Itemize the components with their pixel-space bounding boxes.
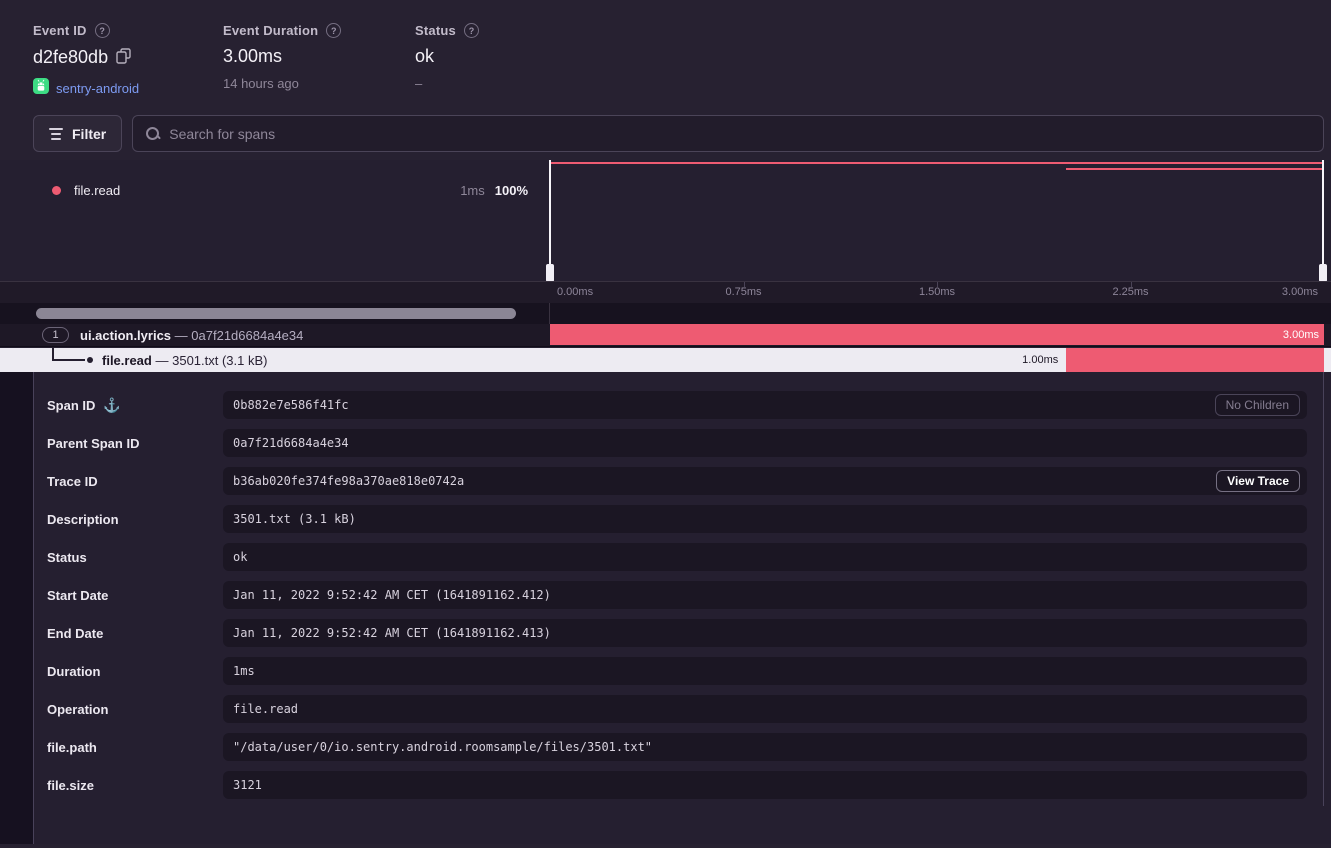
detail-label: file.size: [47, 778, 223, 793]
detail-label: Start Date: [47, 588, 223, 603]
detail-value: Jan 11, 2022 9:52:42 AM CET (1641891162.…: [223, 581, 1307, 609]
span-op: ui.action.lyrics: [80, 328, 171, 343]
detail-row: Trace ID b36ab020fe374fe98a370ae818e0742…: [47, 467, 1307, 495]
details-scrollbar[interactable]: [1323, 372, 1324, 806]
op-percent: 100%: [495, 183, 528, 198]
detail-label: Duration: [47, 664, 223, 679]
time-axis: 0.00ms 0.75ms 1.50ms 2.25ms 3.00ms: [0, 281, 1331, 303]
detail-row: Parent Span ID 0a7f21d6684a4e34: [47, 429, 1307, 457]
detail-row: Operation file.read: [47, 695, 1307, 723]
span-row-parent[interactable]: 1 ui.action.lyrics — 0a7f21d6684a4e34 3.…: [0, 324, 1331, 347]
minimap-left-grip[interactable]: [546, 264, 554, 282]
detail-label: End Date: [47, 626, 223, 641]
detail-row: Status ok: [47, 543, 1307, 571]
tree-scroll-strip: [0, 303, 1331, 324]
span-row-selected[interactable]: file.read — 3501.txt (3.1 kB) 1.00ms: [0, 348, 1331, 372]
help-icon[interactable]: ?: [326, 23, 341, 38]
span-duration-bar[interactable]: [1066, 348, 1324, 372]
span-search-box: [132, 115, 1324, 152]
filter-icon: [49, 128, 63, 140]
detail-row: Span ID ⚓ 0b882e7e586f41fc No Children: [47, 391, 1307, 419]
minimap-track[interactable]: [550, 160, 1324, 282]
detail-label: Description: [47, 512, 223, 527]
detail-value: 0a7f21d6684a4e34: [223, 429, 1307, 457]
detail-value: ok: [223, 543, 1307, 571]
detail-label: file.path: [47, 740, 223, 755]
span-search-input[interactable]: [169, 126, 1311, 142]
detail-row: Description 3501.txt (3.1 kB): [47, 505, 1307, 533]
span-op: file.read: [102, 353, 152, 368]
axis-tick: 0.75ms: [725, 286, 761, 298]
no-children-badge: No Children: [1215, 394, 1300, 416]
search-icon: [145, 126, 160, 141]
detail-label: Operation: [47, 702, 223, 717]
detail-value: 0b882e7e586f41fc No Children: [223, 391, 1307, 419]
span-duration-label: 3.00ms: [1283, 329, 1319, 341]
detail-row: Duration 1ms: [47, 657, 1307, 685]
span-description: 0a7f21d6684a4e34: [191, 328, 303, 343]
span-children-count-pill[interactable]: 1: [42, 327, 69, 343]
event-id-column: Event ID ? d2fe80db: [33, 23, 223, 99]
detail-label: Status: [47, 550, 223, 565]
tree-connector: [52, 359, 85, 361]
filter-button[interactable]: Filter: [33, 115, 122, 152]
event-duration-ago: 14 hours ago: [223, 76, 415, 91]
span-details-section: Span ID ⚓ 0b882e7e586f41fc No Children P…: [0, 372, 1331, 844]
android-project-icon: [33, 78, 49, 99]
panel-divider[interactable]: [549, 303, 550, 324]
detail-label: Parent Span ID: [47, 436, 223, 451]
tree-connector-dot: [87, 357, 93, 363]
event-id-label: Event ID: [33, 23, 87, 38]
details-gutter: [0, 372, 33, 844]
view-trace-button[interactable]: View Trace: [1216, 470, 1300, 492]
horizontal-scrollbar[interactable]: [36, 308, 516, 319]
detail-value: b36ab020fe374fe98a370ae818e0742a View Tr…: [223, 467, 1307, 495]
op-duration: 1ms: [460, 183, 485, 198]
event-duration-value: 3.00ms: [223, 46, 282, 67]
copy-icon[interactable]: [116, 48, 131, 69]
detail-value: "/data/user/0/io.sentry.android.roomsamp…: [223, 733, 1307, 761]
help-icon[interactable]: ?: [464, 23, 479, 38]
minimap-span-bar: [1066, 168, 1324, 170]
event-header: Event ID ? d2fe80db: [0, 0, 1331, 99]
detail-label: Trace ID: [47, 474, 223, 489]
detail-value: 1ms: [223, 657, 1307, 685]
span-duration-bar[interactable]: 3.00ms: [550, 324, 1324, 345]
detail-row: file.path "/data/user/0/io.sentry.androi…: [47, 733, 1307, 761]
event-id-value: d2fe80db: [33, 47, 108, 68]
axis-tick: 2.25ms: [1112, 286, 1148, 298]
axis-tick: 0.00ms: [557, 286, 593, 298]
axis-tick: 3.00ms: [1282, 286, 1318, 298]
ops-breakdown-row[interactable]: file.read 1ms 100%: [0, 179, 550, 201]
status-label: Status: [415, 23, 456, 38]
minimap-right-grip[interactable]: [1319, 264, 1327, 282]
event-duration-column: Event Duration ? 3.00ms 14 hours ago: [223, 23, 415, 99]
status-column: Status ? ok –: [415, 23, 615, 99]
trace-view-panel: file.read 1ms 100% 0.00ms 0.75ms 1.50ms …: [0, 160, 1331, 372]
status-value: ok: [415, 46, 434, 67]
detail-value: Jan 11, 2022 9:52:42 AM CET (1641891162.…: [223, 619, 1307, 647]
span-description: 3501.txt (3.1 kB): [172, 353, 267, 368]
span-duration-label: 1.00ms: [1022, 354, 1058, 366]
op-color-dot: [52, 186, 61, 195]
detail-row: End Date Jan 11, 2022 9:52:42 AM CET (16…: [47, 619, 1307, 647]
help-icon[interactable]: ?: [95, 23, 110, 38]
anchor-icon[interactable]: ⚓: [103, 397, 120, 414]
event-duration-label: Event Duration: [223, 23, 318, 38]
spans-toolbar: Filter: [33, 115, 1324, 152]
detail-value: 3501.txt (3.1 kB): [223, 505, 1307, 533]
detail-row: Start Date Jan 11, 2022 9:52:42 AM CET (…: [47, 581, 1307, 609]
project-link[interactable]: sentry-android: [56, 81, 139, 96]
detail-row: file.size 3121: [47, 771, 1307, 799]
span-details-panel: Span ID ⚓ 0b882e7e586f41fc No Children P…: [33, 372, 1331, 844]
minimap-span-bar: [550, 162, 1324, 164]
detail-value: 3121: [223, 771, 1307, 799]
status-sub: –: [415, 76, 615, 91]
filter-button-label: Filter: [72, 126, 106, 142]
detail-label: Span ID: [47, 398, 95, 413]
op-name: file.read: [74, 183, 120, 198]
detail-value: file.read: [223, 695, 1307, 723]
axis-tick: 1.50ms: [919, 286, 955, 298]
